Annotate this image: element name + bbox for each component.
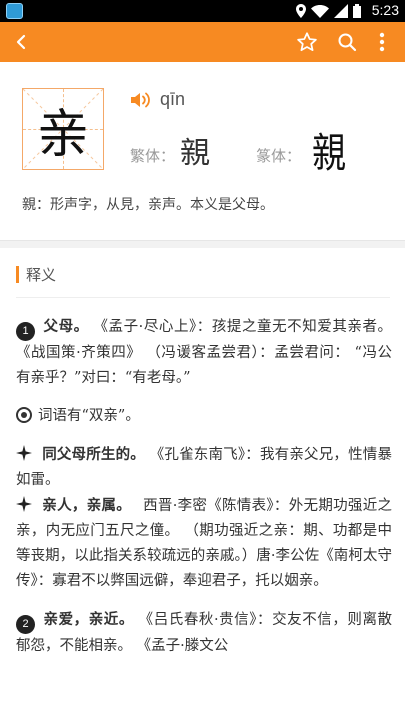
battery-icon xyxy=(353,4,361,18)
location-icon xyxy=(296,4,306,18)
definition-note: 词语有“双亲”。 xyxy=(16,404,392,429)
pinyin: qīn xyxy=(160,89,186,109)
seal-label: 篆体： xyxy=(256,147,302,165)
main-character: 亲 xyxy=(36,104,89,165)
definition-keyword: 父母。 xyxy=(43,318,89,335)
top-toolbar xyxy=(0,22,405,62)
definitions-list: 1 父母。 《孟子·尽心上》：孩提之童无不知爱其亲者。 《战国策·齐策四》 （冯谖客… xyxy=(16,314,392,672)
four-point-star-icon xyxy=(16,496,32,512)
definition-number-badge: 1 xyxy=(16,322,35,341)
character-grid-box: 亲 xyxy=(22,88,104,170)
definitions-section: 释义 1 父母。 《孟子·尽心上》：孩提之童无不知爱其亲者。 《战国策·齐策四》 （… xyxy=(0,248,405,723)
chevron-left-icon xyxy=(16,34,26,50)
definition-item: 1 父母。 《孟子·尽心上》：孩提之童无不知爱其亲者。 《战国策·齐策四》 （冯谖客… xyxy=(16,314,392,391)
favorite-button[interactable] xyxy=(292,22,322,62)
definition-keyword: 亲爱，亲近。 xyxy=(43,611,134,628)
section-divider xyxy=(0,240,405,248)
definition-item: 2 亲爱，亲近。 《吕氏春秋·贵信》：交友不信，则离散郁怨，不能相亲。 《孟子·滕文… xyxy=(16,607,392,659)
search-icon xyxy=(338,33,357,52)
definition-item: 亲人，亲属。 西晋·李密《陈情表》：外无期功强近之亲，内无应门五尺之僮。 （期功强… xyxy=(16,493,392,594)
section-title-text: 释义 xyxy=(26,265,57,284)
speaker-icon[interactable] xyxy=(130,91,152,109)
star-outline-icon xyxy=(297,32,317,52)
traditional-char: 親 xyxy=(180,136,210,171)
four-point-star-icon xyxy=(16,445,32,461)
character-header: 亲 qīn 繁体： 親 篆体： 親 親：形声字，从見，亲声。本义是父母。 xyxy=(0,62,405,240)
pronunciation-row: qīn xyxy=(130,89,185,110)
seal-char: 親 xyxy=(312,129,346,178)
status-bar: 5:23 xyxy=(0,0,405,22)
definition-item: 同父母所生的。 《孔雀东南飞》：我有亲父兄，性情暴如雷。 xyxy=(16,442,392,493)
definition-keyword: 亲人，亲属。 xyxy=(42,497,132,514)
traditional-label: 繁体： xyxy=(130,147,176,165)
back-button[interactable] xyxy=(6,22,36,62)
search-button[interactable] xyxy=(332,22,362,62)
definition-keyword: 同父母所生的。 xyxy=(42,446,145,463)
app-notification-icon xyxy=(6,3,23,19)
section-title: 释义 xyxy=(16,264,56,284)
wifi-icon xyxy=(311,5,329,18)
section-title-accent xyxy=(16,265,19,283)
definition-number-badge: 2 xyxy=(16,615,35,634)
section-title-underline xyxy=(16,297,390,298)
more-options-button[interactable] xyxy=(368,22,396,62)
character-forms: 繁体： 親 篆体： 親 xyxy=(130,130,380,178)
more-vertical-icon xyxy=(379,32,385,52)
bullseye-icon xyxy=(16,407,32,423)
etymology-text: 親：形声字，从見，亲声。本义是父母。 xyxy=(22,197,274,213)
status-time: 5:23 xyxy=(371,2,399,18)
definition-note-text: 词语有“双亲”。 xyxy=(38,408,140,424)
signal-icon xyxy=(334,4,348,18)
